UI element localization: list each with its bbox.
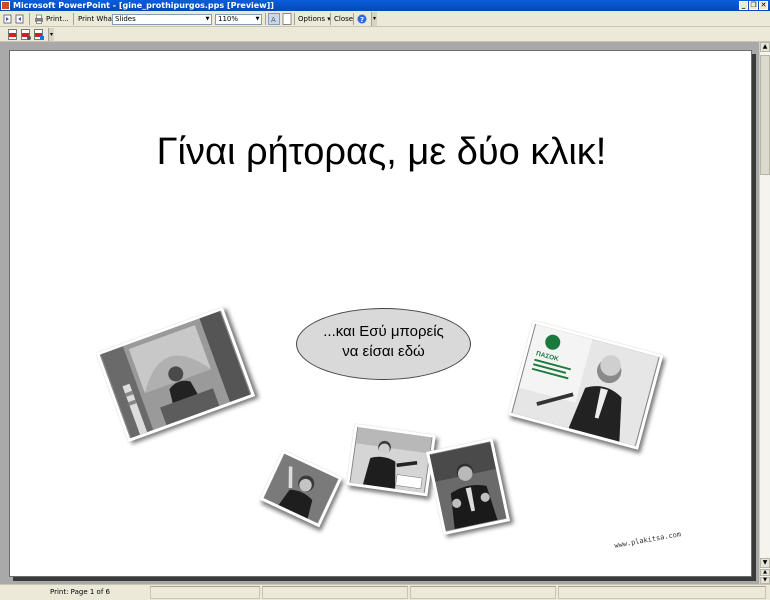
toolbar-separator: [330, 13, 331, 25]
next-slide-icon[interactable]: ▼: [760, 577, 770, 584]
svg-text:?: ?: [360, 16, 364, 24]
close-window-button[interactable]: ✕: [759, 1, 768, 10]
vertical-scrollbar[interactable]: ▲ ▼ ▲ ▼: [759, 42, 770, 584]
slide-page: Γίναι ρήτορας, με δύο κλικ! ...και Εσύ μ…: [9, 50, 752, 577]
window-title: Microsoft PowerPoint - [gine_prothipurgo…: [13, 1, 274, 10]
svg-text:A: A: [271, 16, 276, 24]
callout-line-1: ...και Εσύ μπορείς: [323, 323, 444, 340]
photo-speaker-small: [259, 449, 343, 528]
photo-speaker-small-image: [264, 453, 338, 524]
chevron-down-icon: ▼: [255, 16, 260, 22]
pdf-toolbar: ▾: [0, 27, 770, 42]
photo-speaker-gesturing-image: [429, 442, 507, 531]
landscape-icon[interactable]: A: [268, 13, 280, 25]
pdf-convert-icon[interactable]: [8, 29, 18, 40]
powerpoint-app-icon[interactable]: [1, 1, 10, 10]
window-controls: _ ❐ ✕: [739, 1, 768, 10]
site-credit: www.plakitsa.com: [613, 530, 682, 550]
slide-title: Γίναι ρήτορας, με δύο κλικ!: [156, 131, 607, 173]
pdf-attach-icon[interactable]: [21, 29, 31, 40]
status-panel: [558, 586, 766, 599]
chevron-down-icon: ▼: [205, 16, 210, 22]
pdf-review-icon[interactable]: [34, 29, 44, 40]
print-preview-toolbar: Print... Print What: Slides ▼ 110% ▼ A O…: [0, 11, 770, 27]
photo-parliament-speaker: [95, 306, 256, 443]
scroll-down-icon[interactable]: ▼: [760, 558, 770, 568]
status-panel: [262, 586, 408, 599]
scroll-up-icon[interactable]: ▲: [760, 42, 770, 52]
toolbar-separator: [73, 13, 74, 25]
next-page-icon[interactable]: [15, 14, 25, 24]
close-preview-button[interactable]: Close: [334, 11, 353, 27]
zoom-value: 110%: [218, 15, 239, 23]
toolbar-options-chevron[interactable]: ▾: [371, 12, 377, 26]
portrait-icon[interactable]: [282, 13, 292, 25]
toolbar-separator: [29, 13, 30, 25]
status-bar: Print: Page 1 of 6: [0, 584, 770, 600]
callout-line-2: να είσαι εδώ: [342, 343, 425, 360]
zoom-select[interactable]: 110% ▼: [215, 14, 262, 25]
toolbar-separator: [353, 13, 354, 25]
restore-button[interactable]: ❐: [749, 1, 758, 10]
callout-bubble: ...και Εσύ μπορείς να είσαι εδώ: [296, 308, 471, 380]
print-what-select[interactable]: Slides ▼: [112, 14, 212, 25]
scroll-thumb[interactable]: [760, 55, 770, 175]
photo-speaker-center: [346, 423, 436, 497]
photo-speaker-gesturing: [425, 437, 511, 536]
minimize-button[interactable]: _: [739, 1, 748, 10]
title-bar: Microsoft PowerPoint - [gine_prothipurgo…: [0, 0, 770, 11]
previous-slide-icon[interactable]: ▲: [760, 569, 770, 576]
print-button[interactable]: Print...: [46, 11, 69, 27]
photo-pasok-image: ΠΑΣΟΚ: [512, 324, 659, 446]
photo-speaker-center-image: [350, 427, 432, 493]
photo-parliament-image: [100, 311, 251, 438]
printer-icon[interactable]: [34, 14, 44, 24]
status-panel: [150, 586, 260, 599]
photo-pasok-speaker: ΠΑΣΟΚ: [507, 320, 664, 450]
help-icon[interactable]: ?: [357, 14, 367, 24]
toolbar-separator: [294, 13, 295, 25]
toolbar-options-chevron[interactable]: ▾: [48, 28, 54, 41]
status-page-text: Print: Page 1 of 6: [50, 588, 110, 596]
options-menu-button[interactable]: Options ▾: [298, 11, 331, 27]
prev-page-icon[interactable]: [3, 14, 13, 24]
print-what-value: Slides: [115, 15, 136, 23]
status-panel: [410, 586, 556, 599]
toolbar-separator: [265, 13, 266, 25]
